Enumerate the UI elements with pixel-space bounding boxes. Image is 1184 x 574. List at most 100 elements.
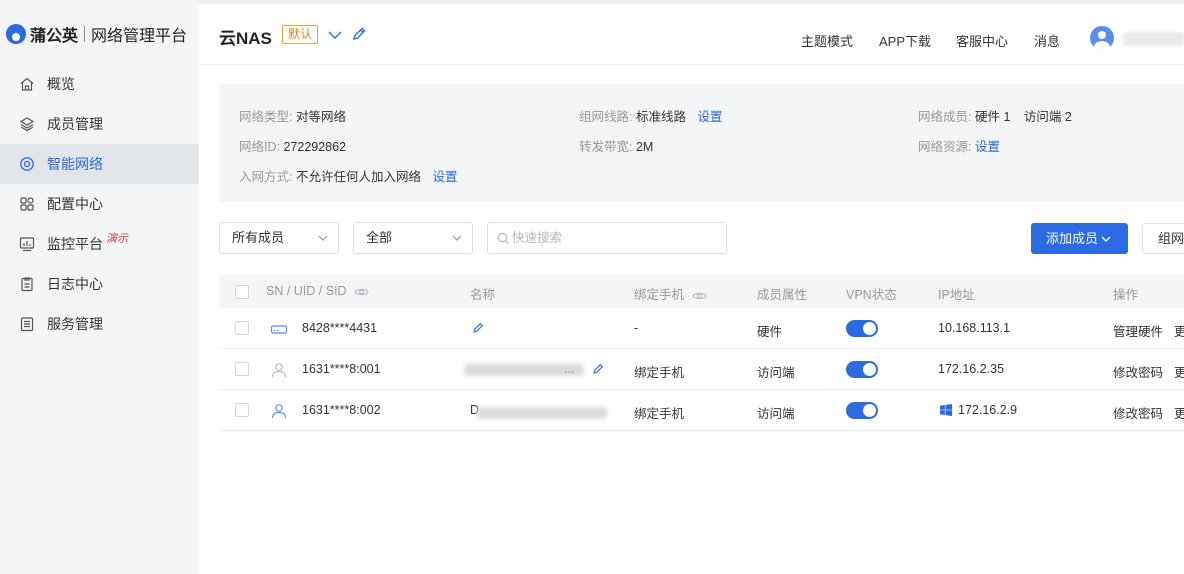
sidebar-item-members[interactable]: 成员管理 [0, 104, 199, 144]
chevron-down-icon[interactable] [327, 27, 343, 43]
sidebar-item-label: 配置中心 [47, 196, 103, 212]
network-members: 网络成员: 硬件 1 访问端 2 [918, 110, 1072, 124]
chevron-down-icon [452, 235, 462, 241]
bind-phone-link[interactable]: 绑定手机 [634, 403, 684, 422]
search-box [487, 222, 727, 254]
attribute-cell: 访问端 [757, 366, 795, 380]
ip-cell: 10.168.113.1 [938, 321, 1011, 335]
search-input[interactable] [512, 223, 722, 253]
theme-mode-link[interactable]: 主题模式 [801, 31, 853, 50]
brand[interactable]: 蒲公英 网络管理平台 [6, 22, 187, 46]
row-checkbox[interactable] [235, 403, 249, 417]
sidebar-item-log-center[interactable]: 日志中心 [0, 264, 199, 304]
user-icon [270, 402, 288, 420]
column-phone: 绑定手机 [634, 284, 707, 303]
network-id: 网络ID: 272292862 [239, 140, 347, 154]
sidebar-item-service-management[interactable]: 服务管理 [0, 304, 199, 344]
search-icon [497, 232, 510, 245]
column-actions: 操作 [1113, 288, 1139, 302]
resources-settings-link[interactable]: 设置 [975, 140, 1000, 154]
sn-cell: 1631****8:001 [302, 362, 381, 376]
sidebar: 蒲公英 网络管理平台 概览 成员管理 智能网络 配置中心 监控平台 演示 日志中… [0, 0, 199, 574]
edit-name-icon[interactable] [592, 363, 604, 375]
more-actions-link[interactable]: 更 [1174, 403, 1184, 422]
eye-icon[interactable] [354, 287, 369, 297]
sn-cell: 1631****8:002 [302, 403, 381, 417]
status-filter-select[interactable]: 全部 [353, 222, 473, 254]
change-password-link[interactable]: 修改密码 [1113, 362, 1163, 381]
network-type: 网络类型: 对等网络 [239, 110, 346, 124]
sidebar-item-label: 概览 [47, 76, 75, 92]
table-row: 1631****8:001 ... 绑定手机 访问端 172.16.2.35 修… [219, 349, 1184, 390]
avatar[interactable] [1090, 26, 1114, 50]
layers-icon [19, 116, 35, 132]
group-network-button[interactable]: 组网 [1142, 223, 1184, 254]
demo-tag: 演示 [106, 233, 128, 245]
row-checkbox[interactable] [235, 321, 249, 335]
member-filter-select[interactable]: 所有成员 [219, 222, 339, 254]
member-name-suffix: ... [564, 362, 575, 376]
more-actions-link[interactable]: 更 [1174, 362, 1184, 381]
router-icon [270, 320, 288, 338]
sidebar-item-label: 监控平台 [47, 236, 103, 252]
network-name: 云NAS [219, 29, 272, 48]
chevron-down-icon [318, 235, 328, 241]
sidebar-item-smart-network[interactable]: 智能网络 [0, 144, 199, 184]
top-header: 云NAS 默认 主题模式 APP下载 客服中心 消息 [199, 0, 1184, 65]
edit-name-icon[interactable] [472, 322, 484, 334]
column-ip: IP地址 [938, 288, 975, 302]
column-name: 名称 [470, 288, 496, 302]
manage-hardware-link[interactable]: 管理硬件 [1113, 321, 1163, 340]
grid-icon [19, 196, 35, 212]
forward-bandwidth: 转发带宽: 2M [579, 140, 654, 154]
chevron-down-icon [1101, 236, 1111, 242]
windows-icon [940, 404, 952, 416]
sidebar-item-label: 服务管理 [47, 316, 103, 332]
bind-phone-link[interactable]: 绑定手机 [634, 362, 684, 381]
change-password-link[interactable]: 修改密码 [1113, 403, 1163, 422]
member-name-redacted [477, 407, 607, 419]
network-icon [19, 156, 35, 172]
network-route: 组网线路: 标准线路 设置 [579, 110, 723, 124]
customer-service-link[interactable]: 客服中心 [956, 31, 1008, 50]
vpn-toggle[interactable] [846, 402, 878, 419]
user-icon [270, 361, 288, 379]
sidebar-item-label: 成员管理 [47, 116, 103, 132]
sidebar-item-config-center[interactable]: 配置中心 [0, 184, 199, 224]
sn-cell: 8428****4431 [302, 321, 378, 335]
phone-cell: - [634, 321, 639, 335]
vpn-toggle[interactable] [846, 361, 878, 378]
network-resources: 网络资源: 设置 [918, 140, 1000, 154]
app-download-link[interactable]: APP下载 [879, 31, 931, 50]
messages-link[interactable]: 消息 [1034, 31, 1060, 50]
vpn-toggle[interactable] [846, 320, 878, 337]
brand-divider [84, 26, 86, 42]
sidebar-item-overview[interactable]: 概览 [0, 64, 199, 104]
join-method: 入网方式: 不允许任何人加入网络 设置 [239, 170, 458, 184]
select-all-checkbox[interactable] [235, 285, 249, 299]
add-member-button[interactable]: 添加成员 [1031, 223, 1128, 254]
attribute-cell: 硬件 [757, 325, 783, 339]
default-badge: 默认 [282, 25, 319, 44]
sidebar-nav: 概览 成员管理 智能网络 配置中心 监控平台 演示 日志中心 服务管理 [0, 64, 199, 344]
app-root: 蒲公英 网络管理平台 概览 成员管理 智能网络 配置中心 监控平台 演示 日志中… [0, 0, 1184, 574]
ip-cell: 172.16.2.9 [958, 403, 1018, 417]
route-settings-link[interactable]: 设置 [697, 110, 722, 124]
sidebar-item-label: 日志中心 [47, 276, 103, 292]
more-actions-link[interactable]: 更 [1174, 321, 1184, 340]
eye-icon[interactable] [691, 291, 707, 301]
column-attribute: 成员属性 [757, 288, 808, 302]
home-icon [19, 76, 35, 92]
attribute-cell: 访问端 [757, 407, 795, 421]
sidebar-item-label: 智能网络 [47, 156, 103, 172]
row-checkbox[interactable] [235, 362, 249, 376]
join-settings-link[interactable]: 设置 [432, 170, 457, 184]
edit-network-name-icon[interactable] [351, 26, 367, 42]
table-row: 8428****4431 - 硬件 10.168.113.1 管理硬件 更 [219, 308, 1184, 349]
table-header: SN / UID / SID 名称 绑定手机 成员属性 VPN状态 IP地址 操… [219, 275, 1184, 308]
document-icon [19, 316, 35, 332]
network-info-panel: 网络类型: 对等网络 组网线路: 标准线路 设置 网络成员: 硬件 1 访问端 … [219, 84, 1184, 202]
sidebar-item-monitor-platform[interactable]: 监控平台 演示 [0, 224, 199, 264]
ip-cell: 172.16.2.35 [938, 362, 1005, 376]
user-name-redacted[interactable] [1123, 32, 1184, 46]
